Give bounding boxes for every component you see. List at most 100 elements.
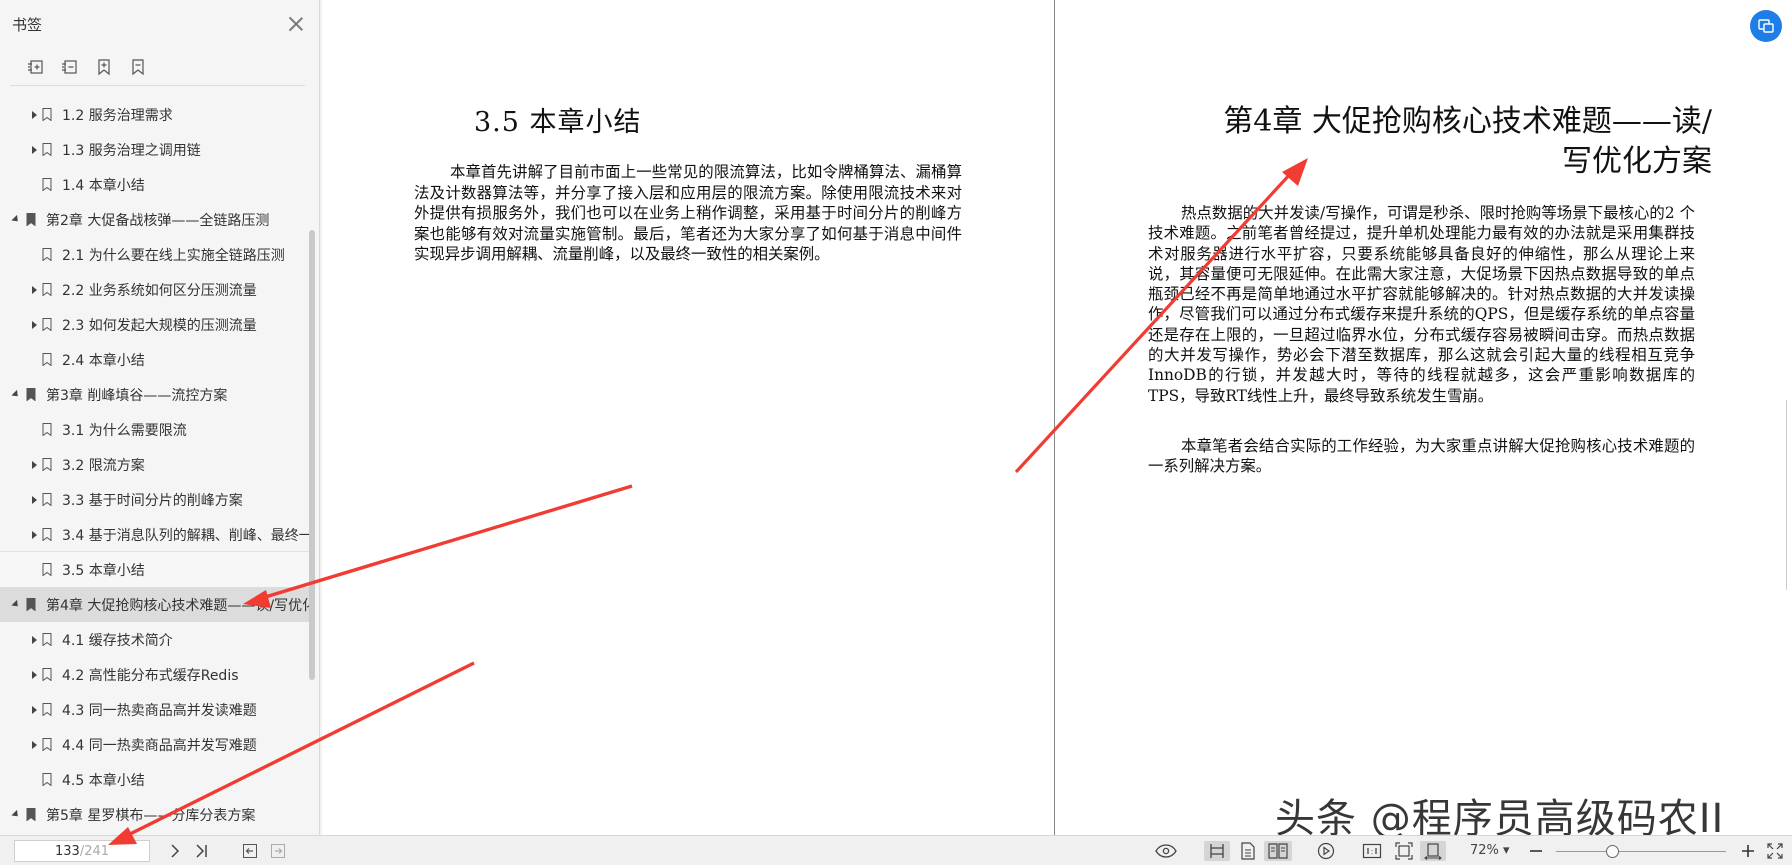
document-scrollbar[interactable] [1786,400,1792,590]
translate-float-button[interactable] [1750,10,1782,42]
bookmark-icon [42,423,52,436]
bookmark-label: 第5章 星罗棋布——分库分表方案 [46,807,256,824]
bookmark-item[interactable]: 4.4 同一热卖商品高并发写难题 [0,727,310,762]
expand-triangle-icon[interactable] [32,110,37,119]
bookmark-label: 第2章 大促备战核弹——全链路压测 [46,212,270,229]
expand-triangle-icon[interactable] [32,705,37,714]
bookmark-label: 4.5 本章小结 [62,772,145,789]
expand-triangle-icon[interactable] [32,740,37,749]
collapse-all-icon[interactable] [58,55,82,79]
sidebar-scrollbar[interactable] [309,230,315,680]
bookmark-item[interactable]: 第5章 星罗棋布——分库分表方案 [0,797,310,832]
bookmark-label: 3.3 基于时间分片的削峰方案 [62,492,243,509]
bookmark-icon [42,528,52,541]
back-icon[interactable] [240,841,260,861]
bookmark-icon [42,493,52,506]
add-bookmark-icon[interactable] [92,55,116,79]
eye-protection-icon[interactable] [1154,841,1178,861]
bookmark-label: 第4章 大促抢购核心技术难题——读/写优化方案 [46,597,310,614]
bookmark-item[interactable]: 3.2 限流方案 [0,447,310,482]
bookmark-icon [42,703,52,716]
bookmark-label: 2.4 本章小结 [62,352,145,369]
zoom-value: 72% [1470,843,1499,858]
zoom-level[interactable]: 72% ▾ [1470,843,1510,858]
expand-triangle-icon[interactable] [32,320,37,329]
bookmark-item[interactable]: 4.3 同一热卖商品高并发读难题 [0,692,310,727]
close-icon[interactable] [285,13,307,35]
bookmark-item[interactable]: 2.4 本章小结 [0,342,310,377]
zoom-slider-track[interactable] [1556,851,1726,852]
forward-icon[interactable] [268,841,288,861]
play-icon[interactable] [1314,841,1338,861]
remove-bookmark-icon[interactable] [126,55,150,79]
zoom-slider-handle[interactable] [1605,845,1619,858]
bookmark-icon [42,283,52,296]
sidebar-title: 书签 [12,15,43,34]
bookmark-toolbar [10,48,305,86]
expand-triangle-icon[interactable] [32,670,37,679]
bookmark-label: 2.2 业务系统如何区分压测流量 [62,282,257,299]
section-heading: 3.5 本章小结 [474,107,642,138]
fit-page-icon[interactable] [1392,841,1416,861]
bookmark-label: 1.2 服务治理需求 [62,107,173,124]
bookmark-item[interactable]: 3.5 本章小结 [0,551,311,588]
expand-triangle-icon[interactable] [32,530,37,539]
sidebar-header: 书签 [0,0,319,48]
collapse-triangle-icon[interactable] [11,214,21,225]
bookmark-item[interactable]: 1.2 服务治理需求 [0,97,310,132]
chapter-paragraph: 本章笔者会结合实际的工作经验，为大家重点讲解大促抢购核心技术难题的一系列解决方案… [1148,437,1695,476]
zoom-out-icon[interactable] [1526,841,1546,861]
collapse-triangle-icon[interactable] [11,809,21,820]
collapse-triangle-icon[interactable] [11,599,21,610]
expand-triangle-icon[interactable] [32,460,37,469]
bookmark-label: 4.3 同一热卖商品高并发读难题 [62,702,257,719]
bookmark-item[interactable]: 3.4 基于消息队列的解耦、削峰、最终一致性 [0,517,310,552]
single-page-view-icon[interactable] [1204,841,1230,861]
bookmark-item[interactable]: 4.2 高性能分布式缓存Redis [0,657,310,692]
bookmark-label: 2.1 为什么要在线上实施全链路压测 [62,247,285,264]
status-bar: 133 /241 72% ▾ [0,835,1792,865]
bookmark-item[interactable]: 1.3 服务治理之调用链 [0,132,310,167]
expand-triangle-icon[interactable] [32,145,37,154]
bookmark-icon [42,143,52,156]
bookmark-item[interactable]: 第2章 大促备战核弹——全链路压测 [0,202,310,237]
zoom-in-icon[interactable] [1738,841,1758,861]
bookmark-icon [26,598,36,611]
fit-width-icon[interactable] [1420,841,1446,861]
bookmark-item[interactable]: 1.4 本章小结 [0,167,310,202]
bookmark-label: 4.4 同一热卖商品高并发写难题 [62,737,257,754]
chapter-paragraph: 热点数据的大并发读/写操作，可谓是秒杀、限时抢购等场景下最核心的2 个技术难题。… [1148,204,1695,405]
bookmark-icon [42,318,52,331]
expand-all-icon[interactable] [24,55,48,79]
last-page-icon[interactable] [192,841,212,861]
bookmark-item[interactable]: 2.1 为什么要在线上实施全链路压测 [0,237,310,272]
bookmark-item[interactable]: 第4章 大促抢购核心技术难题——读/写优化方案 [0,587,310,622]
continuous-view-icon[interactable] [1236,841,1260,861]
collapse-triangle-icon[interactable] [11,389,21,400]
bookmark-item[interactable]: 2.2 业务系统如何区分压测流量 [0,272,310,307]
bookmark-icon [26,808,36,821]
bookmark-icon [42,773,52,786]
bookmark-item[interactable]: 2.3 如何发起大规模的压测流量 [0,307,310,342]
expand-triangle-icon[interactable] [32,635,37,644]
bookmark-item[interactable]: 3.3 基于时间分片的削峰方案 [0,482,310,517]
actual-size-icon[interactable] [1360,841,1384,861]
dual-page-view-icon[interactable] [1264,841,1292,861]
bookmark-label: 4.2 高性能分布式缓存Redis [62,667,239,684]
next-page-icon[interactable] [166,841,184,861]
bookmark-item[interactable]: 3.1 为什么需要限流 [0,412,310,447]
expand-triangle-icon[interactable] [32,285,37,294]
fullscreen-icon[interactable] [1764,841,1786,861]
bookmark-item[interactable]: 4.5 本章小结 [0,762,310,797]
bookmark-item[interactable]: 第3章 削峰填谷——流控方案 [0,377,310,412]
page-divider [1054,0,1055,835]
bookmark-icon [42,668,52,681]
page-number-input[interactable]: 133 /241 [14,840,150,862]
bookmark-item[interactable]: 4.1 缓存技术简介 [0,622,310,657]
bookmark-label: 3.4 基于消息队列的解耦、削峰、最终一致性 [62,527,310,544]
bookmark-icon [42,563,52,576]
expand-triangle-icon[interactable] [32,495,37,504]
